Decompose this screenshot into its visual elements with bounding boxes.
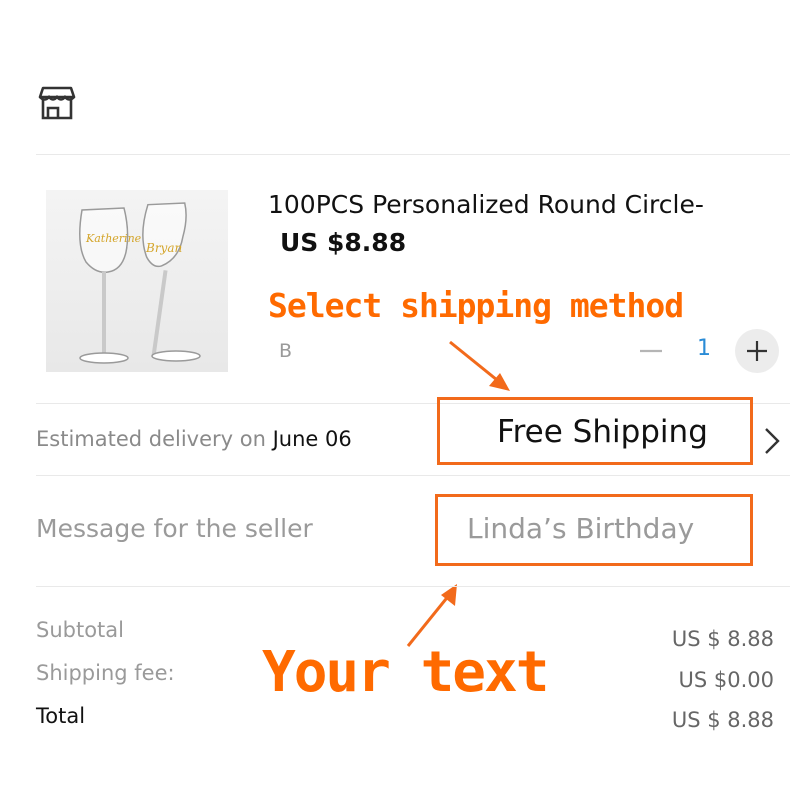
chevron-right-icon[interactable] — [762, 426, 782, 456]
total-label: Total — [36, 704, 86, 728]
divider — [36, 586, 790, 587]
estimated-delivery: Estimated delivery on June 06 — [36, 427, 352, 451]
message-input[interactable]: Linda’s Birthday — [467, 512, 694, 545]
total-value: US $ 8.88 — [671, 708, 774, 732]
message-for-seller-label: Message for the seller — [36, 514, 313, 543]
shipping-method[interactable]: Free Shipping — [497, 414, 708, 450]
annotation-your-text: Your text — [262, 640, 549, 705]
delivery-label: Estimated delivery on — [36, 427, 273, 451]
arrow-to-shipping — [449, 340, 510, 391]
shipping-fee-label: Shipping fee: — [36, 661, 175, 685]
divider — [36, 475, 790, 476]
subtotal-label: Subtotal — [36, 618, 124, 642]
subtotal-value: US $ 8.88 — [671, 627, 774, 651]
delivery-date: June 06 — [272, 427, 352, 451]
shipping-fee-value: US $0.00 — [678, 668, 775, 692]
arrow-to-message — [406, 584, 457, 647]
